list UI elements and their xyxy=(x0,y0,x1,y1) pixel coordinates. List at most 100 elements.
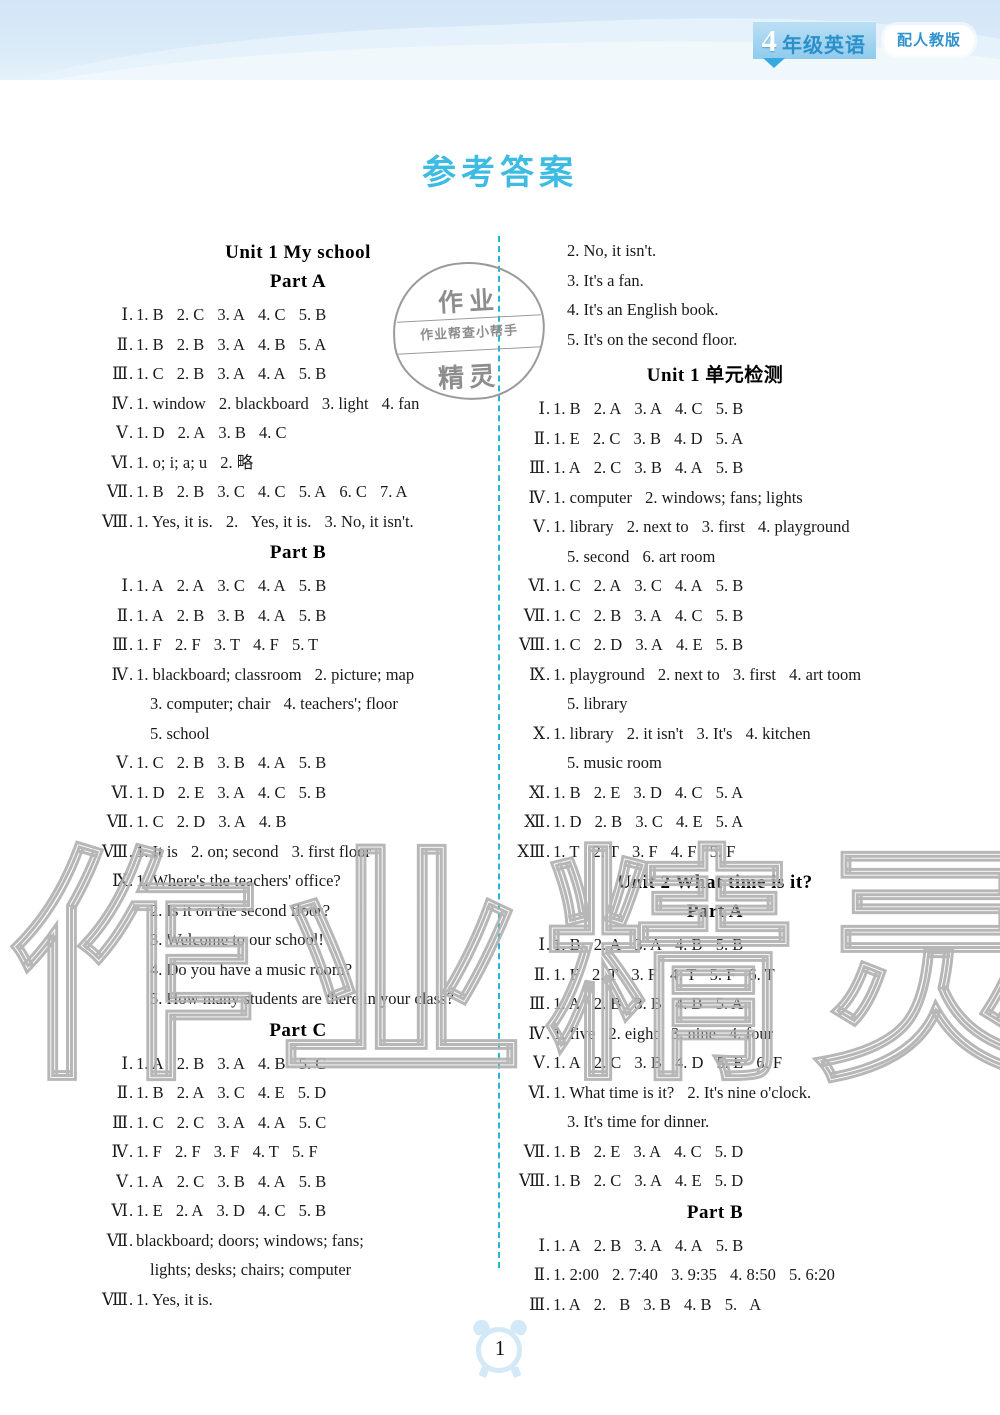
roman-numeral: Ⅵ xyxy=(111,452,128,472)
answer-continuation: 5. It's on the second floor. xyxy=(567,329,738,349)
roman-numeral: Ⅳ xyxy=(111,393,128,413)
roman-numeral: Ⅴ xyxy=(116,423,128,442)
answer-row: Ⅷ. 1. B 2. C 3. A 4. E 5. D xyxy=(515,1166,915,1196)
answer-continuation: 5. second 6. art room xyxy=(567,546,716,566)
numeral-period: . xyxy=(129,841,134,861)
numeral-period: . xyxy=(129,511,134,531)
numeral-period: . xyxy=(546,635,551,654)
answer-row: Ⅰ. 1. A 2. B 3. A 4. A 5. B xyxy=(515,1231,915,1261)
numeral-period: . xyxy=(546,812,551,831)
answer-text: 1. D 2. B 3. C 4. E 5. A xyxy=(553,812,744,831)
numeral-period: . xyxy=(546,935,551,954)
roman-numeral: Ⅴ xyxy=(116,1171,128,1191)
answer-row: Ⅸ. 1. playground 2. next to 3. first 4. a… xyxy=(515,660,915,690)
roman-numeral: Ⅶ xyxy=(523,1141,545,1161)
numeral-period: . xyxy=(546,1053,551,1072)
answer-row: Ⅶ. 1. C 2. B 3. A 4. C 5. B xyxy=(515,601,915,631)
numeral-period: . xyxy=(546,1141,551,1161)
page-number: 1 xyxy=(494,1335,506,1360)
answer-text: 1. library 2. it isn't 3. It's 4. kitche… xyxy=(553,723,811,743)
answer-text: 1. C 2. B 3. A 4. C 5. B xyxy=(553,605,744,625)
numeral-period: . xyxy=(546,1082,551,1102)
roman-numeral: Ⅱ xyxy=(533,1265,545,1284)
roman-numeral: Ⅺ xyxy=(529,782,545,802)
numeral-period: . xyxy=(546,487,551,507)
numeral-period: . xyxy=(546,964,551,984)
answers-column-left: Unit 1 My school Part A Ⅰ. 1. B 2. C 3. A 4… xyxy=(98,236,498,1314)
roman-numeral: Ⅱ xyxy=(116,1083,128,1102)
answer-text: 1. five 2. eight 3. nine 4. four xyxy=(553,1023,774,1043)
answer-row: Ⅲ. 1. A 2. C 3. B 4. A 5. B xyxy=(515,453,915,483)
answer-text: 1. playground 2. next to 3. first 4. art… xyxy=(553,664,862,684)
section-heading: Unit 2 What time is it? xyxy=(617,872,813,893)
numeral-period: . xyxy=(129,393,134,413)
numeral-period: . xyxy=(546,428,551,448)
section-heading: Part C xyxy=(269,1019,327,1041)
page-footer: 1 xyxy=(0,1317,1000,1381)
numeral-period: . xyxy=(546,605,551,625)
section-heading: Part A xyxy=(686,901,744,922)
roman-numeral: Ⅲ xyxy=(529,994,545,1013)
roman-numeral: Ⅱ xyxy=(116,334,128,354)
answer-row: Ⅰ. 1. B 2. C 3. A 4. C 5. B xyxy=(98,300,498,330)
roman-numeral: Ⅶ xyxy=(106,482,128,501)
alarm-clock-icon: 1 xyxy=(470,1317,530,1379)
answer-row: Ⅵ. 1. E 2. A 3. D 4. C 5. B xyxy=(98,1196,498,1226)
answer-row: Ⅵ. 1. D 2. E 3. A 4. C 5. B xyxy=(98,778,498,808)
answer-row: Ⅴ. 1. A 2. C 3. B 4. D 5. E 6. F xyxy=(515,1048,915,1078)
grade-subject-label: 年级英语 xyxy=(781,33,866,57)
answer-text: 1. Yes, it is. 2. Yes, it is. 3. No, it … xyxy=(136,511,414,531)
answer-row: Ⅵ. 1. What time is it? 2. It's nine o'clo… xyxy=(515,1078,915,1108)
roman-numeral: Ⅷ xyxy=(519,1171,545,1190)
numeral-period: . xyxy=(129,1289,134,1309)
answer-row: Ⅱ. 1. B 2. B 3. A 4. B 5. A xyxy=(98,330,498,360)
answer-row: Ⅱ. 1. B 2. A 3. C 4. E 5. D xyxy=(98,1078,498,1108)
numeral-period: . xyxy=(129,452,134,472)
answer-row: Ⅱ. 1. 2:00 2. 7:40 3. 9:35 4. 8:50 5. 6:2… xyxy=(515,1260,915,1290)
numeral-period: . xyxy=(546,723,551,743)
grade-chip: 4 年级英语 xyxy=(753,21,876,68)
answer-row: Ⅴ. 1. D 2. A 3. B 4. C xyxy=(98,418,498,448)
answer-row: Ⅶ. 1. B 2. E 3. A 4. C 5. D xyxy=(515,1137,915,1167)
answer-text: 1. A 2. C 3. B 4. D 5. E 6. F xyxy=(553,1053,782,1072)
roman-numeral: Ⅲ xyxy=(112,364,128,383)
roman-numeral: Ⅰ xyxy=(538,399,545,418)
roman-numeral: Ⅵ xyxy=(528,1082,545,1102)
roman-numeral: Ⅳ xyxy=(111,664,128,684)
answer-text: 1. A 2. A 3. C 4. A 5. B xyxy=(136,576,327,595)
answer-text: 1. A 2. B 3. A 4. A 5. B xyxy=(553,1235,744,1255)
numeral-period: . xyxy=(546,1171,551,1190)
numeral-period: . xyxy=(129,1053,134,1073)
answer-row: Ⅱ. 1. E 2. C 3. B 4. D 5. A xyxy=(515,424,915,454)
numeral-period: . xyxy=(129,635,134,654)
grade-number: 4 xyxy=(761,23,777,58)
column-divider xyxy=(498,236,500,1268)
answer-continuation: 5. music room xyxy=(567,753,662,772)
answer-text: 1. What time is it? 2. It's nine o'clock… xyxy=(553,1082,812,1102)
answer-continuation: 2. Is it on the second floor? xyxy=(150,900,331,920)
answer-text: 1. F 2. F 3. F 4. T 5. F xyxy=(136,1142,318,1161)
roman-numeral: Ⅰ xyxy=(121,305,128,324)
section-heading: Part B xyxy=(269,542,327,563)
answer-text: 1. Yes, it is. xyxy=(136,1289,213,1309)
answer-text: 1. C 2. B 3. A 4. A 5. B xyxy=(136,364,327,383)
answer-text: 1. D 2. E 3. A 4. C 5. B xyxy=(136,782,327,802)
numeral-period: . xyxy=(546,517,551,536)
roman-numeral: Ⅶ xyxy=(106,812,128,831)
answer-text: 1. B 2. C 3. A 4. E 5. D xyxy=(553,1171,744,1190)
press-edition-badge: 配人教版 xyxy=(883,25,974,55)
roman-numeral: Ⅶ xyxy=(523,605,545,625)
answer-continuation: 5. school xyxy=(150,723,210,743)
numeral-period: . xyxy=(129,812,134,831)
roman-numeral: Ⅳ xyxy=(111,1142,128,1161)
answers-column-right: 2. No, it isn't. 3. It's a fan. 4. It's an… xyxy=(515,236,915,1319)
roman-numeral: Ⅴ xyxy=(533,517,545,536)
answer-text: 1. C 2. A 3. C 4. A 5. B xyxy=(553,576,744,595)
answer-text: 1. B 2. C 3. A 4. C 5. B xyxy=(136,305,327,324)
numeral-period: . xyxy=(129,364,134,383)
answer-text: 1. blackboard; classroom 2. picture; map xyxy=(136,664,415,684)
answer-row: Ⅺ. 1. B 2. E 3. D 4. C 5. A xyxy=(515,778,915,808)
numeral-period: . xyxy=(546,458,551,477)
answer-continuation: 3. computer; chair 4. teachers'; floor xyxy=(150,694,398,713)
answer-text: 1. B 2. B 3. C 4. C 5. A 6. C 7. A xyxy=(136,482,408,501)
